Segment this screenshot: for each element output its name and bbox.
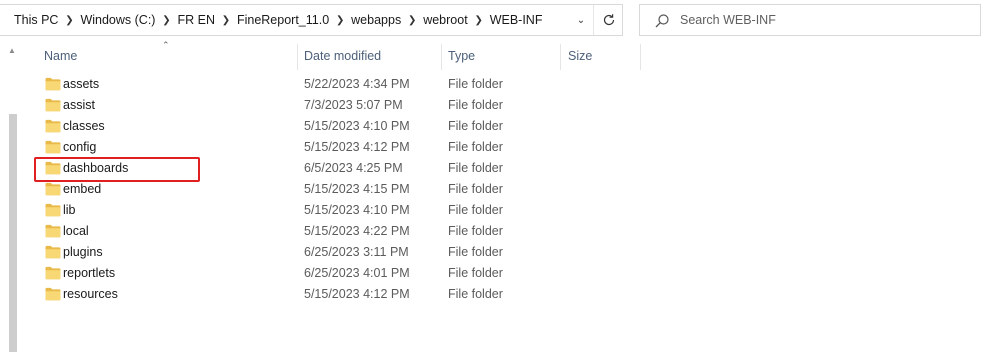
file-list: assets 5/22/2023 4:34 PM File folder assist… [22,74,985,305]
chevron-right-icon[interactable]: ❯ [217,15,235,26]
file-type: File folder [448,161,503,175]
file-row[interactable]: local 5/15/2023 4:22 PM File folder [22,221,985,242]
file-name[interactable]: classes [63,116,105,137]
chevron-right-icon[interactable]: ❯ [331,15,349,26]
column-header: ⌃ Name Date modified Type Size [22,40,985,72]
folder-icon [45,266,61,280]
file-row[interactable]: assets 5/22/2023 4:34 PM File folder [22,74,985,95]
file-date-modified: 6/25/2023 4:01 PM [304,266,410,280]
breadcrumb-windows-c[interactable]: Windows (C:) [78,13,157,27]
file-type: File folder [448,182,503,196]
file-name[interactable]: reportlets [63,263,115,284]
file-row[interactable]: embed 5/15/2023 4:15 PM File folder [22,179,985,200]
file-name[interactable]: config [63,137,96,158]
file-date-modified: 5/22/2023 4:34 PM [304,77,410,91]
scroll-up-arrow-icon[interactable]: ▲ [8,46,16,55]
file-type: File folder [448,98,503,112]
file-date-modified: 5/15/2023 4:12 PM [304,287,410,301]
folder-icon [45,98,61,112]
column-size[interactable]: Size [556,42,636,72]
file-row[interactable]: assist 7/3/2023 5:07 PM File folder [22,95,985,116]
file-date-modified: 6/5/2023 4:25 PM [304,161,403,175]
chevron-right-icon[interactable]: ❯ [470,15,488,26]
file-type: File folder [448,287,503,301]
breadcrumb-webapps[interactable]: webapps [349,13,403,27]
file-type: File folder [448,224,503,238]
file-type: File folder [448,77,503,91]
column-type[interactable]: Type [436,42,561,72]
column-date-modified[interactable]: Date modified [292,42,442,72]
file-type: File folder [448,266,503,280]
chevron-right-icon[interactable]: ❯ [157,15,175,26]
file-name[interactable]: plugins [63,242,103,263]
breadcrumb-fr-en[interactable]: FR EN [175,13,217,27]
chevron-right-icon[interactable]: ❯ [403,15,421,26]
search-icon [655,14,669,28]
search-input[interactable] [680,5,970,35]
file-date-modified: 5/15/2023 4:22 PM [304,224,410,238]
folder-icon [45,203,61,217]
file-type: File folder [448,245,503,259]
breadcrumb-this-pc[interactable]: This PC [12,13,60,27]
file-type: File folder [448,140,503,154]
file-row[interactable]: config 5/15/2023 4:12 PM File folder [22,137,985,158]
scrollbar-thumb[interactable] [9,114,17,352]
chevron-right-icon[interactable]: ❯ [60,15,78,26]
file-row[interactable]: plugins 6/25/2023 3:11 PM File folder [22,242,985,263]
folder-icon [45,245,61,259]
file-type: File folder [448,119,503,133]
search-box[interactable] [639,4,981,36]
file-date-modified: 5/15/2023 4:10 PM [304,203,410,217]
breadcrumb-web-inf[interactable]: WEB-INF [488,13,545,27]
folder-icon [45,119,61,133]
file-date-modified: 7/3/2023 5:07 PM [304,98,403,112]
file-name[interactable]: embed [63,179,101,200]
file-date-modified: 6/25/2023 3:11 PM [304,245,409,259]
file-name[interactable]: assist [63,95,95,116]
refresh-button[interactable] [593,5,623,35]
file-row[interactable]: reportlets 6/25/2023 4:01 PM File folder [22,263,985,284]
column-name[interactable]: Name [32,42,297,72]
breadcrumb-finereport[interactable]: FineReport_11.0 [235,13,331,27]
file-name[interactable]: local [63,221,89,242]
file-name[interactable]: assets [63,74,99,95]
file-date-modified: 5/15/2023 4:10 PM [304,119,410,133]
folder-icon [45,77,61,91]
address-dropdown-chevron-icon[interactable]: ⌄ [570,5,592,35]
breadcrumb: This PC ❯ Windows (C:) ❯ FR EN ❯ FineRep… [0,5,544,35]
file-type: File folder [448,203,503,217]
column-divider[interactable] [640,44,641,70]
vertical-scrollbar[interactable]: ▲ [6,42,20,352]
breadcrumb-webroot[interactable]: webroot [421,13,469,27]
folder-icon [45,140,61,154]
folder-icon [45,287,61,301]
file-date-modified: 5/15/2023 4:15 PM [304,182,410,196]
file-row[interactable]: lib 5/15/2023 4:10 PM File folder [22,200,985,221]
file-row[interactable]: resources 5/15/2023 4:12 PM File folder [22,284,985,305]
file-row[interactable]: classes 5/15/2023 4:10 PM File folder [22,116,985,137]
file-name[interactable]: lib [63,200,76,221]
address-bar[interactable]: This PC ❯ Windows (C:) ❯ FR EN ❯ FineRep… [0,4,623,36]
file-date-modified: 5/15/2023 4:12 PM [304,140,410,154]
file-name[interactable]: resources [63,284,118,305]
top-bar: This PC ❯ Windows (C:) ❯ FR EN ❯ FineRep… [0,0,985,40]
highlight-box [34,157,200,182]
folder-icon [45,224,61,238]
folder-icon [45,182,61,196]
refresh-icon [603,14,614,26]
